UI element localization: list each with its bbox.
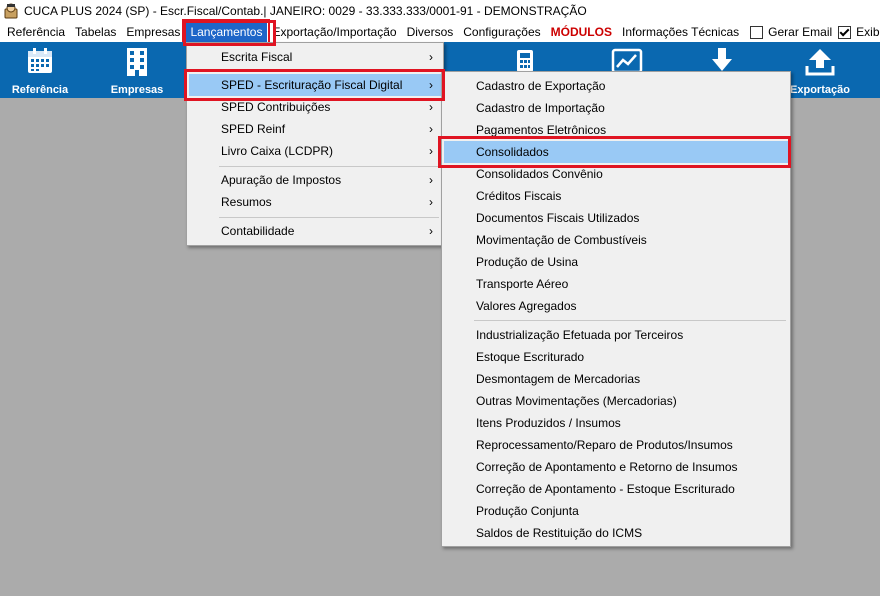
menu-item-label: SPED - Escrituração Fiscal Digital	[221, 78, 403, 92]
submenu-item-estoque-escriturado[interactable]: Estoque Escriturado	[444, 346, 788, 368]
menu-item-escrita-fiscal[interactable]: Escrita Fiscal ›	[189, 46, 441, 68]
building-icon	[127, 48, 147, 76]
window-title: CUCA PLUS 2024 (SP) - Escr.Fiscal/Contab…	[24, 4, 587, 18]
chevron-right-icon: ›	[429, 100, 433, 114]
menu-item-sped-efd[interactable]: SPED - Escrituração Fiscal Digital ›	[189, 74, 441, 96]
menu-item-resumos[interactable]: Resumos ›	[189, 191, 441, 213]
submenu-item-saldos-restituicao-icms[interactable]: Saldos de Restituição do ICMS	[444, 522, 788, 544]
submenu-item-valores-agregados[interactable]: Valores Agregados	[444, 295, 788, 317]
toolbar-exportacao-button[interactable]: Exportação	[784, 42, 856, 98]
submenu-item-producao-usina[interactable]: Produção de Usina	[444, 251, 788, 273]
title-bar: CUCA PLUS 2024 (SP) - Escr.Fiscal/Contab…	[0, 0, 880, 22]
menu-item-sped-contribuicoes[interactable]: SPED Contribuições ›	[189, 96, 441, 118]
toolbar-referencia-label: Referência	[11, 84, 69, 96]
gerar-email-label: Gerar Email	[768, 25, 833, 39]
menu-item-sped-reinf[interactable]: SPED Reinf ›	[189, 118, 441, 140]
menu-informacoes-tecnicas[interactable]: Informações Técnicas	[617, 22, 744, 42]
submenu-item-transporte-aereo[interactable]: Transporte Aéreo	[444, 273, 788, 295]
submenu-item-outras-movimentacoes[interactable]: Outras Movimentações (Mercadorias)	[444, 390, 788, 412]
toolbar-referencia-button[interactable]: Referência	[0, 42, 80, 98]
toolbar-empresas-label: Empresas	[110, 84, 164, 96]
menu-item-label: Contabilidade	[221, 224, 295, 238]
exibir-option[interactable]: Exibir	[832, 22, 880, 42]
menu-item-label: SPED Contribuições	[221, 100, 331, 114]
submenu-item-cadastro-importacao[interactable]: Cadastro de Importação	[444, 97, 788, 119]
app-logo-icon	[3, 3, 19, 19]
menu-item-label: Resumos	[221, 195, 272, 209]
menu-item-contabilidade[interactable]: Contabilidade ›	[189, 220, 441, 242]
submenu-item-documentos-fiscais[interactable]: Documentos Fiscais Utilizados	[444, 207, 788, 229]
submenu-item-correcao-estoque-escriturado[interactable]: Correção de Apontamento - Estoque Escrit…	[444, 478, 788, 500]
toolbar-exportacao-label: Exportação	[790, 84, 850, 96]
menu-item-label: Escrita Fiscal	[221, 50, 293, 64]
menu-bar: Referência Tabelas Empresas Lançamentos …	[0, 19, 880, 45]
upload-icon	[805, 49, 835, 76]
lancamentos-menu: Escrita Fiscal › SPED - Escrituração Fisc…	[186, 42, 444, 246]
submenu-item-movimentacao-combustiveis[interactable]: Movimentação de Combustíveis	[444, 229, 788, 251]
submenu-item-consolidados-convenio[interactable]: Consolidados Convênio	[444, 163, 788, 185]
menu-lancamentos[interactable]: Lançamentos	[182, 19, 271, 45]
chevron-right-icon: ›	[429, 78, 433, 92]
chevron-right-icon: ›	[429, 224, 433, 238]
submenu-item-industrializacao-terceiros[interactable]: Industrialização Efetuada por Terceiros	[444, 324, 788, 346]
submenu-item-creditos-fiscais[interactable]: Créditos Fiscais	[444, 185, 788, 207]
submenu-item-desmontagem-mercadorias[interactable]: Desmontagem de Mercadorias	[444, 368, 788, 390]
submenu-item-cadastro-exportacao[interactable]: Cadastro de Exportação	[444, 75, 788, 97]
menu-configuracoes[interactable]: Configurações	[458, 22, 545, 42]
chevron-right-icon: ›	[429, 173, 433, 187]
sped-submenu: Cadastro de Exportação Cadastro de Impor…	[441, 71, 791, 547]
exibir-checkbox[interactable]	[838, 25, 852, 39]
submenu-item-pagamentos-eletronicos[interactable]: Pagamentos Eletrônicos	[444, 119, 788, 141]
menu-empresas[interactable]: Empresas	[121, 22, 185, 42]
menu-separator	[219, 166, 439, 167]
gerar-email-option[interactable]: Gerar Email	[744, 22, 832, 42]
menu-referencia[interactable]: Referência	[0, 22, 70, 42]
chevron-right-icon: ›	[429, 122, 433, 136]
download-arrow-icon	[712, 48, 732, 71]
menu-item-label: Apuração de Impostos	[221, 173, 342, 187]
menu-separator	[219, 217, 439, 218]
submenu-item-reprocessamento-reparo[interactable]: Reprocessamento/Reparo de Produtos/Insum…	[444, 434, 788, 456]
menu-item-apuracao-impostos[interactable]: Apuração de Impostos ›	[189, 169, 441, 191]
exibir-label: Exibir	[856, 25, 880, 39]
menu-diversos[interactable]: Diversos	[402, 22, 459, 42]
menu-modulos[interactable]: MÓDULOS	[546, 22, 617, 42]
menu-separator	[474, 320, 786, 321]
chart-icon	[611, 48, 643, 74]
submenu-item-consolidados[interactable]: Consolidados	[444, 141, 788, 163]
calendar-icon	[28, 48, 52, 73]
submenu-item-itens-produzidos[interactable]: Itens Produzidos / Insumos	[444, 412, 788, 434]
submenu-item-producao-conjunta[interactable]: Produção Conjunta	[444, 500, 788, 522]
calculator-icon	[517, 50, 533, 72]
chevron-right-icon: ›	[429, 195, 433, 209]
chevron-right-icon: ›	[429, 144, 433, 158]
menu-exportacao-importacao[interactable]: Exportação/Importação	[267, 22, 401, 42]
submenu-item-correcao-retorno-insumos[interactable]: Correção de Apontamento e Retorno de Ins…	[444, 456, 788, 478]
toolbar-empresas-button[interactable]: Empresas	[98, 42, 176, 98]
menu-item-livro-caixa[interactable]: Livro Caixa (LCDPR) ›	[189, 140, 441, 162]
menu-tabelas[interactable]: Tabelas	[70, 22, 121, 42]
menu-item-label: SPED Reinf	[221, 122, 286, 136]
chevron-right-icon: ›	[429, 50, 433, 64]
gerar-email-checkbox[interactable]	[750, 25, 764, 39]
menu-item-label: Livro Caixa (LCDPR)	[221, 144, 334, 158]
